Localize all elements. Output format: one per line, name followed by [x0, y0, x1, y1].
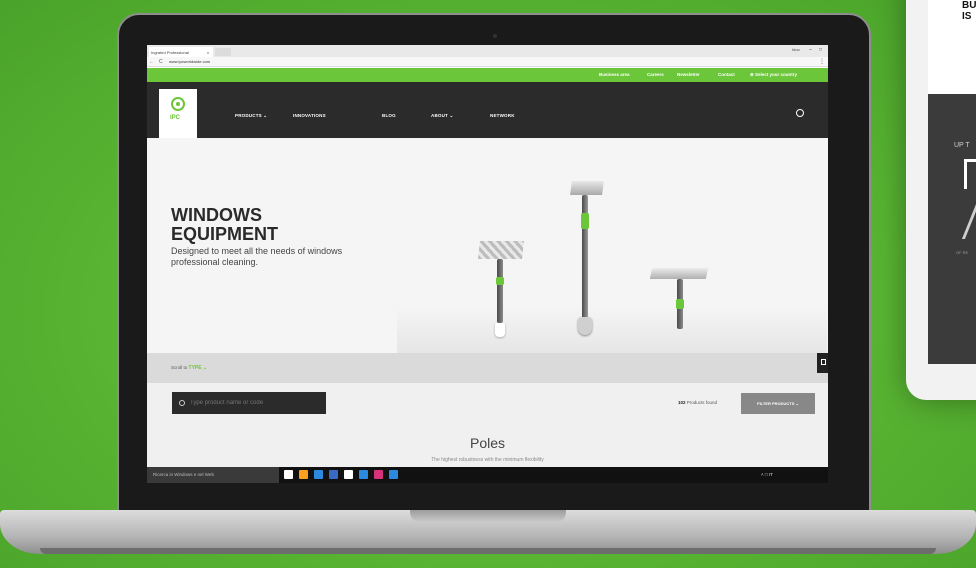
- system-tray[interactable]: ˄ □ IT: [761, 472, 773, 477]
- nav-products-label: PRODUCTS: [235, 113, 262, 118]
- squeegee-base-image: [495, 323, 505, 337]
- scraper-grip-image: [676, 299, 684, 309]
- hero-floor: [397, 307, 827, 353]
- scroll-to-value: TYPE: [188, 365, 202, 371]
- hero-subtitle: Designed to meet all the needs of window…: [171, 246, 343, 267]
- browser-user[interactable]: Idoo: [792, 47, 800, 52]
- squeegee-pole-image: [497, 259, 503, 323]
- nav-products[interactable]: PRODUCTS ⌄: [235, 113, 267, 119]
- logo-icon: [171, 97, 185, 111]
- filter-products-button[interactable]: FILTER PRODUCTS ⌄: [741, 393, 815, 414]
- pole-tool-base-image: [578, 317, 592, 335]
- squeegee-grip-image: [496, 277, 504, 285]
- category-subtitle: The highest robustness with the minimum …: [431, 457, 544, 463]
- toplink-careers[interactable]: Careers: [647, 72, 664, 77]
- taskbar-app-icon[interactable]: [284, 470, 293, 479]
- reload-icon[interactable]: C: [159, 59, 163, 65]
- scroll-to-bar: [147, 353, 828, 383]
- nav-innovations[interactable]: INNOVATIONS: [293, 113, 326, 118]
- address-bar: ← C www.ipcworldwide.com ⋮: [147, 57, 828, 67]
- taskbar-app-icon[interactable]: [374, 470, 383, 479]
- products-found-label: Products found: [686, 400, 718, 405]
- browser-tab-title: Ingrated Professional: [151, 50, 189, 55]
- camera-icon: [493, 34, 497, 38]
- taskbar-app-icon[interactable]: [344, 470, 353, 479]
- chevron-down-icon: ⌄: [202, 365, 208, 371]
- toplink-business-area[interactable]: Business area: [599, 72, 630, 77]
- products-found: 102 Products found: [678, 400, 717, 405]
- tablet-screen: BU IS UP T OF RE: [928, 0, 976, 364]
- laptop-notch: [410, 510, 566, 522]
- menu-icon[interactable]: ⋮: [819, 58, 825, 65]
- taskbar-app-icon[interactable]: [389, 470, 398, 479]
- taskbar-app-icon[interactable]: [314, 470, 323, 479]
- new-tab-button[interactable]: [215, 48, 231, 56]
- products-count: 102: [678, 400, 686, 405]
- nav-about-label: ABOUT: [431, 113, 448, 118]
- toplink-select-country[interactable]: ⊕ Select your country: [750, 72, 797, 78]
- browser-tab[interactable]: Ingrated Professional x: [149, 47, 213, 57]
- taskbar-app-icon[interactable]: [299, 470, 308, 479]
- hero-title: WINDOWS EQUIPMENT: [171, 205, 279, 244]
- toplink-newsletter[interactable]: Newsletter: [677, 72, 700, 77]
- category-title: Poles: [469, 435, 506, 451]
- scraper-head-image: [649, 268, 709, 279]
- tablet-device: BU IS UP T OF RE: [906, 0, 976, 400]
- laptop-screen: Ingrated Professional x Idoo – □ ← C www…: [147, 45, 828, 483]
- pole-tool-grip-image: [581, 213, 589, 229]
- squeegee-head-image: [478, 241, 524, 259]
- tablet-headline: BU IS: [962, 0, 976, 22]
- close-icon[interactable]: x: [207, 50, 209, 55]
- tablet-upto-text: UP T: [954, 142, 970, 149]
- url-field[interactable]: www.ipcworldwide.com: [169, 59, 210, 64]
- main-navigation: [147, 82, 828, 138]
- taskbar-app-icon[interactable]: [359, 470, 368, 479]
- search-icon: [179, 400, 185, 406]
- scroll-to-label: Scroll to: [171, 365, 188, 370]
- scroll-to-control[interactable]: Scroll to TYPE ⌄: [171, 365, 207, 371]
- taskbar-app-icon[interactable]: [329, 470, 338, 479]
- search-icon[interactable]: [796, 109, 804, 117]
- filter-products-label: FILTER PRODUCTS: [757, 401, 795, 406]
- nav-blog[interactable]: BLOG: [382, 113, 396, 118]
- minimize-icon[interactable]: –: [809, 47, 812, 53]
- maximize-icon[interactable]: □: [819, 47, 822, 53]
- laptop-base-bottom: [40, 548, 936, 554]
- back-arrow-icon[interactable]: ←: [149, 59, 154, 65]
- select-country-label: Select your country: [755, 72, 798, 77]
- tablet-corner-icon: [964, 159, 976, 189]
- info-icon: [821, 359, 826, 365]
- product-search-input[interactable]: [172, 392, 326, 414]
- toplink-contact[interactable]: Contact: [718, 72, 735, 77]
- browser-tab-bar: Ingrated Professional x Idoo – □: [147, 45, 828, 57]
- tablet-small-text: OF RE: [956, 250, 969, 255]
- pole-tool-head-image: [570, 181, 604, 195]
- taskbar-search[interactable]: Ricerca in Windows e nel Web: [147, 467, 279, 483]
- nav-network[interactable]: NETWORK: [490, 113, 515, 118]
- logo-text: IPC: [170, 115, 181, 121]
- nav-about[interactable]: ABOUT ⌄: [431, 113, 453, 119]
